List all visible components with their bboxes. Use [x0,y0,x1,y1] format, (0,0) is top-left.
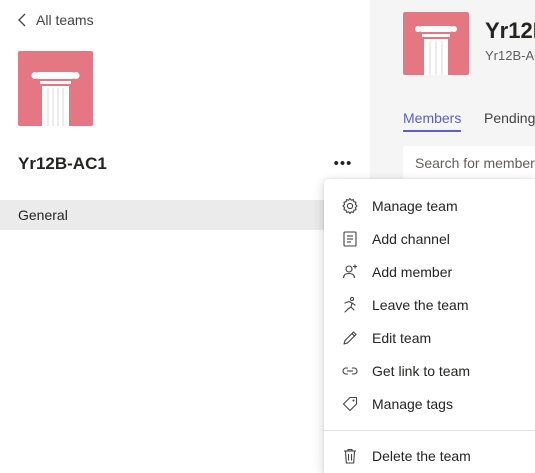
menu-item-delete-team[interactable]: Delete the team [324,439,535,472]
menu-item-label: Edit team [372,329,432,346]
team-name: Yr12B-AC1 [18,154,107,173]
menu-divider [324,430,535,431]
trash-icon [340,446,360,466]
channel-label: General [18,207,68,223]
menu-item-manage-tags[interactable]: Manage tags [324,387,535,420]
pillar-icon [31,72,80,126]
all-teams-back-link[interactable]: All teams [18,12,94,28]
leave-icon [340,295,360,315]
channel-icon [340,229,360,249]
menu-item-get-link[interactable]: Get link to team [324,354,535,387]
menu-item-label: Manage tags [372,395,453,412]
menu-item-label: Get link to team [372,362,471,379]
menu-item-manage-team[interactable]: Manage team [324,189,535,222]
pencil-icon [340,328,360,348]
pillar-icon [415,26,457,75]
menu-item-label: Add member [372,263,453,280]
chevron-left-icon [18,13,26,27]
menu-item-label: Add channel [372,230,450,247]
member-search-input[interactable]: Search for members [403,146,535,180]
back-label: All teams [36,12,94,28]
channel-item-general[interactable]: General [0,200,370,230]
search-placeholder: Search for members [415,155,535,171]
menu-item-label: Manage team [372,197,458,214]
menu-item-label: Leave the team [372,296,469,313]
team-sidebar: All teams Yr12B-AC1 ••• General [0,0,370,473]
add-member-icon [340,262,360,282]
tab-members[interactable]: Members [403,110,462,132]
tag-icon [340,394,360,414]
menu-item-add-channel[interactable]: Add channel [324,222,535,255]
menu-item-label: Delete the team [372,447,471,464]
menu-item-edit-team[interactable]: Edit team [324,321,535,354]
gear-icon [340,196,360,216]
menu-item-add-member[interactable]: Add member [324,255,535,288]
team-avatar [18,51,93,126]
more-options-button[interactable]: ••• [330,150,356,176]
tab-pending[interactable]: Pending [484,110,535,126]
menu-item-leave-team[interactable]: Leave the team [324,288,535,321]
team-title: Yr12B-AC1 [485,18,535,43]
team-context-menu: Manage team Add channel Add member Leave… [324,179,535,473]
link-icon [340,361,360,381]
team-avatar-large [403,12,469,75]
team-subtitle: Yr12B-AC1 [485,48,535,63]
